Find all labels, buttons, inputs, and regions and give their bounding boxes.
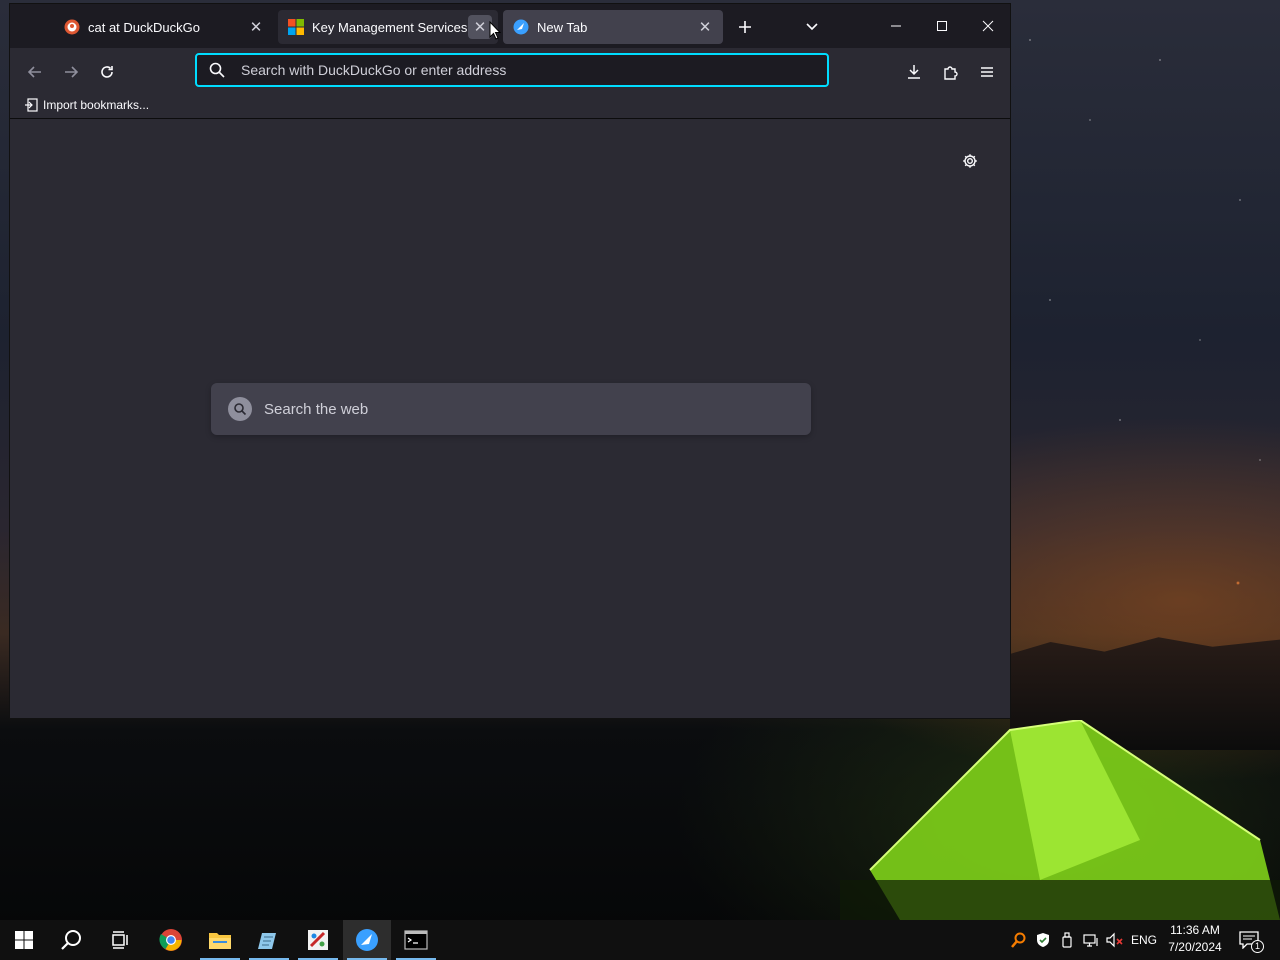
customize-new-tab-button[interactable] — [958, 149, 982, 173]
tray-app-icon[interactable] — [1008, 920, 1030, 960]
navigation-toolbar — [10, 48, 1010, 92]
close-icon — [982, 20, 994, 32]
usb-tray-icon[interactable] — [1056, 920, 1078, 960]
notification-count: 1 — [1251, 940, 1264, 953]
new-tab-page: Search the web — [10, 119, 1010, 718]
magnifier-tray-icon — [1011, 932, 1026, 948]
chrome-icon — [159, 929, 182, 951]
maximize-button[interactable] — [919, 4, 965, 48]
wallpaper-tent — [840, 720, 1280, 920]
taskbar-chrome[interactable] — [147, 920, 195, 960]
terminal-icon — [404, 930, 428, 950]
import-bookmarks-button[interactable]: Import bookmarks... — [24, 94, 149, 116]
import-icon — [24, 98, 38, 112]
clock-time: 11:36 AM — [1170, 923, 1220, 937]
taskbar-browser[interactable] — [343, 920, 391, 960]
task-view-icon — [112, 931, 128, 949]
tab-kms[interactable]: Key Management Services (KMS ✕ — [278, 10, 498, 44]
tab-bar: cat at DuckDuckGo ✕ Key Management Servi… — [10, 4, 1010, 48]
bookmarks-toolbar: Import bookmarks... — [10, 92, 1010, 119]
downloads-button[interactable] — [898, 56, 930, 88]
clock-date: 7/20/2024 — [1168, 940, 1222, 954]
tab-new-tab[interactable]: New Tab ✕ — [503, 10, 723, 44]
import-bookmarks-label: Import bookmarks... — [43, 98, 150, 112]
taskbar-notepad[interactable] — [245, 920, 293, 960]
puzzle-icon — [944, 66, 958, 80]
arrow-right-icon — [65, 66, 79, 78]
tab-label: Key Management Services (KMS — [312, 19, 468, 35]
tab-duckduckgo[interactable]: cat at DuckDuckGo ✕ — [54, 10, 274, 44]
minimize-button[interactable] — [873, 4, 919, 48]
clock[interactable]: 11:36 AM 7/20/2024 — [1160, 922, 1230, 958]
search-icon — [207, 60, 227, 80]
search-icon — [61, 930, 81, 950]
wallpaper-mountains — [1010, 637, 1280, 750]
taskbar-terminal[interactable] — [392, 920, 440, 960]
reload-button[interactable] — [91, 56, 123, 88]
browser-icon — [356, 929, 378, 951]
maximize-icon — [937, 21, 947, 31]
address-input[interactable] — [237, 62, 827, 78]
hamburger-menu-icon — [981, 67, 993, 77]
paint-icon — [308, 930, 328, 950]
arrow-left-icon — [27, 66, 41, 78]
app-menu-button[interactable] — [971, 56, 1003, 88]
wallpaper-stars — [1010, 0, 1280, 640]
task-view-button[interactable] — [96, 920, 144, 960]
reload-icon — [101, 66, 113, 78]
web-search-box[interactable]: Search the web — [211, 383, 811, 435]
plus-icon — [739, 21, 751, 33]
search-icon — [228, 397, 252, 421]
minimize-icon — [891, 25, 901, 27]
taskbar-paint[interactable] — [294, 920, 342, 960]
duckduckgo-icon — [64, 19, 80, 35]
notifications-button[interactable]: 1 — [1234, 920, 1264, 960]
back-button[interactable] — [19, 56, 51, 88]
extensions-button[interactable] — [935, 56, 967, 88]
network-tray-icon[interactable] — [1080, 920, 1102, 960]
volume-tray-icon[interactable] — [1104, 920, 1126, 960]
start-button[interactable] — [0, 920, 48, 960]
notepad-icon — [258, 933, 276, 949]
browser-icon — [513, 19, 529, 35]
close-tab-icon[interactable]: ✕ — [693, 15, 717, 39]
forward-button[interactable] — [55, 56, 87, 88]
address-bar[interactable] — [195, 53, 829, 87]
new-tab-button[interactable] — [731, 14, 759, 40]
mouse-cursor-icon — [489, 21, 501, 40]
tab-label: cat at DuckDuckGo — [88, 19, 200, 35]
browser-window: cat at DuckDuckGo ✕ Key Management Servi… — [10, 4, 1010, 718]
taskbar-search-button[interactable] — [48, 920, 96, 960]
security-tray-icon[interactable] — [1032, 920, 1054, 960]
volume-muted-icon — [1106, 932, 1123, 948]
microsoft-icon — [288, 19, 304, 35]
language-indicator[interactable]: ENG — [1128, 920, 1160, 960]
taskbar-file-explorer[interactable] — [196, 920, 244, 960]
file-explorer-icon — [209, 933, 231, 949]
shield-icon — [1037, 933, 1049, 947]
start-icon — [15, 931, 33, 949]
list-all-tabs-button[interactable] — [798, 14, 826, 40]
gear-icon — [963, 154, 977, 168]
download-icon — [908, 65, 920, 79]
web-search-placeholder: Search the web — [264, 400, 369, 418]
close-window-button[interactable] — [965, 4, 1011, 48]
close-tab-icon[interactable]: ✕ — [244, 15, 268, 39]
taskbar: ENG 11:36 AM 7/20/2024 1 — [0, 920, 1280, 960]
usb-icon — [1062, 932, 1072, 948]
network-icon — [1083, 934, 1098, 947]
chevron-down-icon — [806, 23, 818, 31]
tab-label: New Tab — [537, 19, 588, 35]
